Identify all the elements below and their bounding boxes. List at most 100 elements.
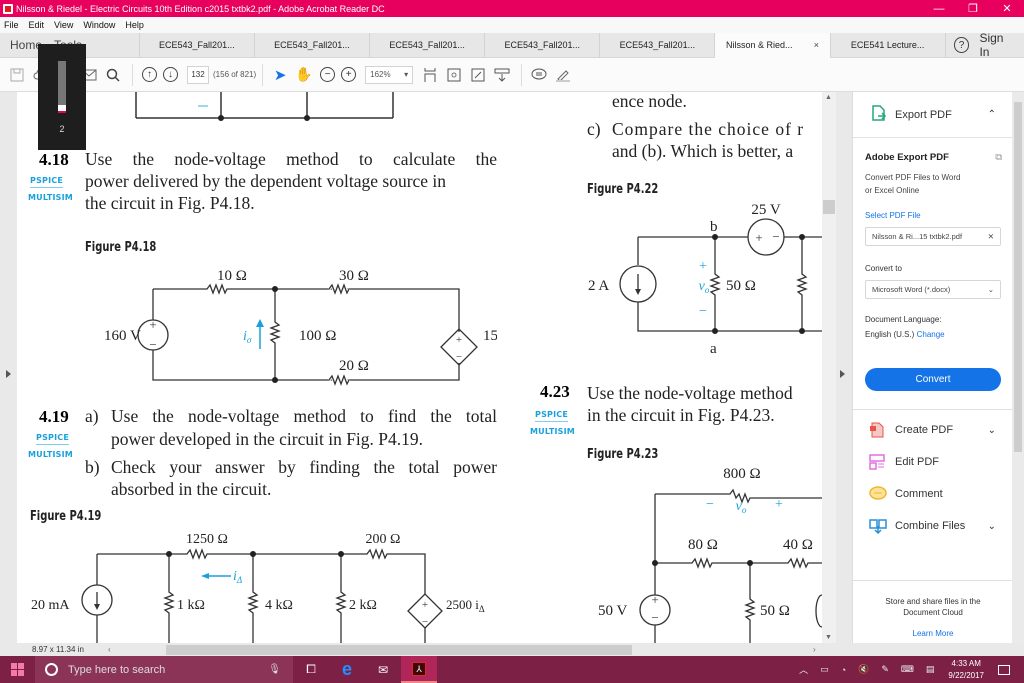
document-tab-active[interactable]: Nilsson & Ried... × (714, 33, 830, 59)
acrobat-taskbar-icon[interactable]: ⅄ (401, 656, 437, 683)
scroll-right-icon[interactable]: › (813, 645, 816, 654)
multisim-tag: MULTISIM (28, 450, 73, 459)
plus-sign: + (422, 599, 428, 611)
fit-page-icon[interactable] (419, 64, 441, 86)
expand-right-pane-icon[interactable] (840, 370, 845, 378)
panel-scrollbar[interactable] (1012, 92, 1024, 643)
convert-format-select[interactable]: Microsoft Word (*.docx) ⌄ (865, 280, 1001, 299)
learn-more-link[interactable]: Learn More (853, 628, 1013, 639)
clear-file-icon[interactable]: ✕ (988, 232, 994, 241)
chevron-down-icon[interactable]: ⌄ (988, 521, 996, 532)
close-tab-icon[interactable]: × (814, 40, 819, 50)
figure-label: Figure P4.23 (587, 447, 659, 462)
windows-logo-icon (11, 663, 24, 676)
page-count: (156 of 821) (213, 70, 257, 79)
sign-in-button[interactable]: Sign In (979, 31, 1016, 59)
show-hidden-icons[interactable]: ︿ (799, 663, 808, 676)
menu-help[interactable]: Help (125, 20, 144, 30)
panel-scrollbar-thumb[interactable] (1014, 102, 1022, 452)
document-vertical-scrollbar[interactable]: ▲ ▼ (822, 92, 836, 643)
wifi-icon[interactable]: ◔ (841, 665, 846, 675)
scrollbar-thumb[interactable] (823, 200, 835, 214)
chevron-down-icon: ⌄ (987, 285, 994, 294)
menu-edit[interactable]: Edit (29, 20, 45, 30)
tab-label: ECE543_Fall201... (389, 40, 465, 50)
search-icon[interactable] (102, 64, 124, 86)
rotate-icon[interactable] (443, 64, 465, 86)
help-icon[interactable]: ? (953, 37, 970, 53)
change-language-link[interactable]: Change (917, 330, 945, 339)
select-pdf-link[interactable]: Select PDF File (865, 211, 1012, 220)
page-number-input[interactable]: 132 (187, 65, 209, 84)
selected-file-field[interactable]: Nilsson & Ri...15 txtbk2.pdf ✕ (865, 227, 1001, 246)
scroll-preview-thumb (58, 105, 66, 113)
next-page-icon[interactable]: ↓ (163, 67, 178, 82)
copy-icon[interactable]: ⧉ (995, 152, 1002, 163)
taskbar-search[interactable]: Type here to search 🎙 (35, 656, 293, 683)
current-sub: σ (247, 335, 252, 345)
horizontal-scrollbar-thumb[interactable] (166, 645, 632, 655)
scroll-left-icon[interactable]: ‹ (108, 645, 111, 654)
section-title: Adobe Export PDF (865, 152, 949, 163)
minimize-button[interactable]: — (922, 3, 956, 15)
prev-page-icon[interactable]: ↑ (142, 67, 157, 82)
fullscreen-icon[interactable] (467, 64, 489, 86)
microphone-icon[interactable]: 🎙 (268, 664, 281, 675)
convert-button[interactable]: Convert (865, 368, 1001, 391)
tool-comment[interactable]: Comment (853, 478, 1012, 510)
export-pdf-icon (871, 105, 887, 124)
hand-icon[interactable]: ✋ (293, 64, 315, 86)
chevron-down-icon[interactable]: ⌄ (988, 425, 996, 436)
zoom-in-icon[interactable]: + (341, 67, 357, 82)
svg-text:vo: vo (736, 499, 747, 515)
tablet-mode-icon[interactable]: ▤ (926, 664, 935, 675)
battery-icon[interactable]: ▭ (820, 664, 829, 675)
tool-edit-pdf[interactable]: Edit PDF (853, 446, 1012, 478)
mail-icon[interactable]: ✉ (365, 656, 401, 683)
restore-button[interactable]: ❐ (956, 2, 990, 15)
source-label-20ma: 20 mA (31, 598, 70, 613)
select-cursor-icon[interactable]: ➤ (269, 64, 291, 86)
highlight-icon[interactable] (552, 64, 574, 86)
menu-window[interactable]: Window (83, 20, 115, 30)
source-label-25v: 25 V (751, 202, 780, 218)
keyboard-icon[interactable]: ⌨ (901, 664, 914, 675)
comment-tool-icon (869, 486, 887, 502)
edge-browser-icon[interactable]: e (329, 656, 365, 683)
close-button[interactable]: ✕ (990, 2, 1024, 15)
document-tab[interactable]: ECE543_Fall201... (138, 33, 254, 57)
scroll-up-icon[interactable]: ▲ (825, 94, 832, 101)
tool-create-pdf[interactable]: Create PDF ⌄ (853, 414, 1012, 446)
page-scroll-preview[interactable]: 2 (38, 44, 86, 150)
document-tab[interactable]: ECE543_Fall201... (369, 33, 484, 57)
volume-muted-icon[interactable]: 🔇 (858, 664, 869, 675)
export-pdf-header[interactable]: Export PDF ⌃ (853, 92, 1012, 138)
document-cloud-promo: Store and share files in the Document Cl… (853, 580, 1013, 643)
menu-file[interactable]: File (4, 20, 19, 30)
scroll-down-icon[interactable]: ▼ (825, 634, 832, 641)
document-tab[interactable]: ECE543_Fall201... (253, 33, 369, 57)
pen-icon[interactable]: ✎ (881, 664, 889, 675)
start-button[interactable] (0, 656, 35, 683)
tool-combine-files[interactable]: Combine Files ⌄ (853, 510, 1012, 542)
status-bar: 8.97 x 11.34 in ‹ › (0, 643, 852, 656)
tool-label: Edit PDF (895, 456, 940, 468)
pspice-tag: PSPICE (535, 410, 569, 422)
zoom-out-icon[interactable]: − (320, 67, 336, 82)
chevron-up-icon[interactable]: ⌃ (988, 109, 996, 120)
document-tab[interactable]: ECE543_Fall201... (484, 33, 599, 57)
menu-view[interactable]: View (54, 20, 73, 30)
document-tab[interactable]: ECE541 Lecture... (829, 33, 945, 57)
resistor-label-20: 20 Ω (339, 358, 369, 374)
scroll-mode-icon[interactable] (491, 64, 513, 86)
comment-icon[interactable] (528, 64, 550, 86)
action-center-icon[interactable] (998, 664, 1010, 675)
save-icon[interactable] (6, 64, 28, 86)
expand-left-pane-icon[interactable] (6, 370, 11, 378)
task-view-icon[interactable]: ⧠ (293, 656, 329, 683)
clock[interactable]: 4:33 AM 9/22/2017 (948, 658, 984, 682)
zoom-select[interactable]: 162% ▾ (365, 65, 414, 84)
figure-label: Figure P4.18 (85, 240, 157, 255)
problem-text-line: Use the node-voltage method to calculate… (85, 149, 497, 169)
document-tab[interactable]: ECE543_Fall201... (599, 33, 714, 57)
